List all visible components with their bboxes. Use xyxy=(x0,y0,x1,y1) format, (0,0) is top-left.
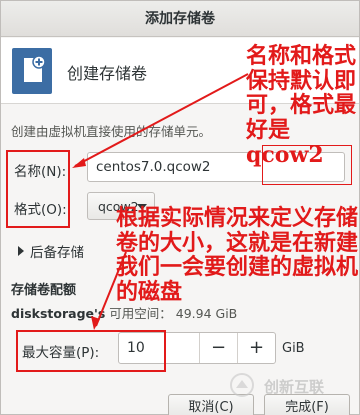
annotation-arrowhead-1 xyxy=(72,158,86,168)
annotation-note-capacity: 根据实际情况来定义存储卷的大小，这就是在新建我们一会要创建的虚拟机的磁盘 xyxy=(116,205,359,305)
annotation-note-format: 名称和格式保持默认即可，格式最好是qcow2 xyxy=(246,43,357,168)
watermark-logo: 创新互联 xyxy=(228,372,358,398)
watermark-text: 创新互联 xyxy=(264,378,325,396)
annotation-arrow-1 xyxy=(74,73,249,167)
watermark-icon xyxy=(230,373,254,397)
